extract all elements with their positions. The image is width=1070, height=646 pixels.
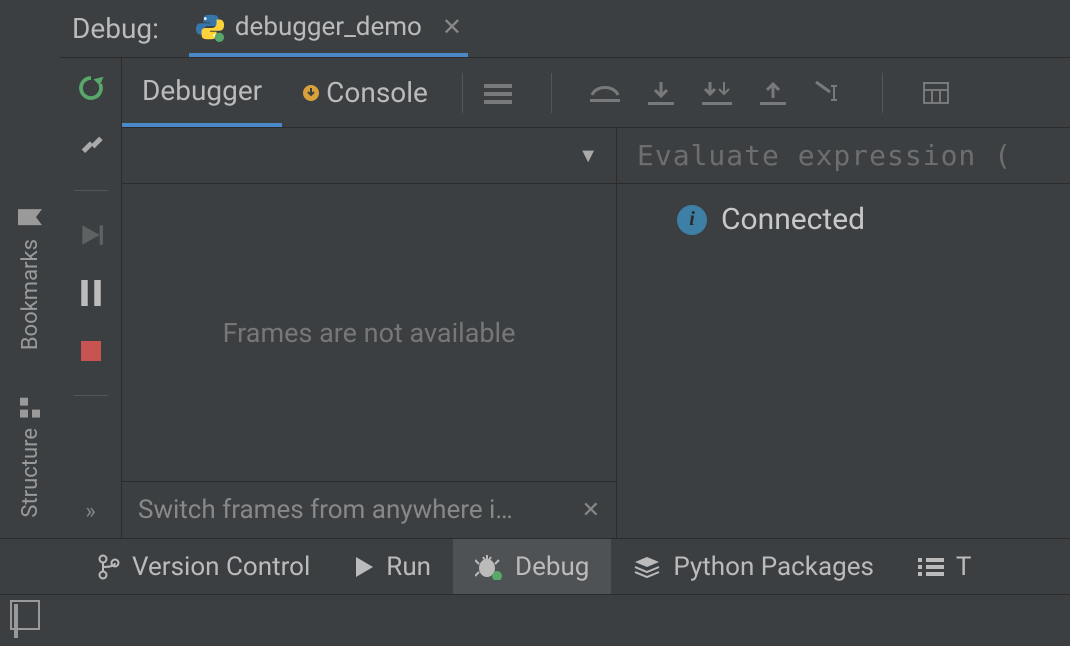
- todo-label: T: [956, 552, 972, 582]
- bug-icon: [475, 554, 503, 580]
- bookmarks-label: Bookmarks: [18, 239, 43, 350]
- debugger-tabs-row: Debugger Console: [122, 58, 1070, 128]
- frames-panel: ▼ Frames are not available Switch frames…: [122, 128, 617, 538]
- structure-label: Structure: [18, 428, 43, 518]
- bookmark-icon: [18, 207, 42, 227]
- tab-debugger-label: Debugger: [142, 74, 262, 107]
- bookmarks-tool[interactable]: Bookmarks: [18, 205, 43, 350]
- info-icon: i: [677, 205, 707, 235]
- window-icon[interactable]: [14, 606, 18, 636]
- debug-body: Debugger Console: [122, 58, 1070, 538]
- variables-panel: Evaluate expression ( i Connected: [617, 128, 1070, 538]
- python-icon: [195, 12, 225, 42]
- evaluate-placeholder: Evaluate expression (: [637, 139, 1012, 172]
- separator: [882, 73, 883, 113]
- debug-action-bar: »: [60, 58, 122, 538]
- debugger-status-text: Connected: [721, 202, 865, 237]
- todo-tool[interactable]: T: [896, 539, 994, 594]
- tab-console-label: Console: [326, 76, 428, 109]
- chevron-down-icon: ▼: [578, 143, 598, 168]
- debugger-status-row: i Connected: [617, 184, 1070, 237]
- settings-button[interactable]: [75, 130, 107, 162]
- close-icon[interactable]: ✕: [442, 13, 462, 41]
- debug-toolbar: [477, 73, 953, 113]
- run-to-cursor-icon[interactable]: [812, 76, 846, 110]
- separator: [462, 73, 463, 113]
- resume-button[interactable]: [75, 219, 107, 251]
- debug-header: Debug: debugger_demo ✕: [60, 0, 1070, 58]
- debug-label: Debug: [515, 552, 589, 582]
- python-packages-tool[interactable]: Python Packages: [611, 539, 896, 594]
- stop-button[interactable]: [75, 335, 107, 367]
- step-into-my-code-icon[interactable]: [700, 76, 734, 110]
- separator: [74, 190, 108, 191]
- step-into-icon[interactable]: [644, 76, 678, 110]
- evaluate-expression-input[interactable]: Evaluate expression (: [617, 128, 1070, 184]
- frames-hint-text: Switch frames from anywhere i…: [138, 495, 513, 525]
- run-config-name: debugger_demo: [235, 12, 422, 42]
- branch-icon: [98, 554, 120, 580]
- rerun-button[interactable]: [75, 72, 107, 104]
- bottom-tool-bar: Version Control Run Debug Python Package…: [0, 538, 1070, 594]
- structure-icon: [20, 398, 40, 418]
- step-out-icon[interactable]: [756, 76, 790, 110]
- play-icon: [354, 556, 374, 578]
- status-bar: [0, 594, 1070, 646]
- frames-thread-selector[interactable]: ▼: [122, 128, 616, 184]
- separator: [551, 73, 552, 113]
- debug-tool-window: Debug: debugger_demo ✕: [60, 0, 1070, 538]
- evaluate-icon[interactable]: [919, 76, 953, 110]
- python-packages-label: Python Packages: [673, 552, 874, 582]
- more-actions-button[interactable]: »: [85, 499, 95, 524]
- download-icon: [302, 84, 320, 102]
- tab-debugger[interactable]: Debugger: [122, 58, 282, 127]
- list-icon: [918, 557, 944, 577]
- pause-button[interactable]: [75, 277, 107, 309]
- debug-panels: ▼ Frames are not available Switch frames…: [122, 128, 1070, 538]
- structure-tool[interactable]: Structure: [18, 398, 43, 518]
- threads-icon[interactable]: [481, 76, 515, 110]
- debug-tool[interactable]: Debug: [453, 539, 611, 594]
- step-over-icon[interactable]: [588, 76, 622, 110]
- run-label: Run: [386, 552, 431, 582]
- packages-icon: [633, 555, 661, 579]
- debug-content: » Debugger Console: [60, 58, 1070, 538]
- version-control-tool[interactable]: Version Control: [76, 539, 332, 594]
- left-tool-strip: Bookmarks Structure: [0, 0, 60, 538]
- run-config-tab[interactable]: debugger_demo ✕: [189, 0, 468, 57]
- separator: [74, 395, 108, 396]
- debug-title: Debug:: [72, 12, 159, 45]
- frames-empty-text: Frames are not available: [122, 184, 616, 482]
- close-icon[interactable]: ✕: [582, 498, 600, 523]
- tab-console[interactable]: Console: [282, 58, 448, 127]
- version-control-label: Version Control: [132, 552, 310, 582]
- frames-hint-bar: Switch frames from anywhere i… ✕: [122, 482, 616, 538]
- run-tool[interactable]: Run: [332, 539, 453, 594]
